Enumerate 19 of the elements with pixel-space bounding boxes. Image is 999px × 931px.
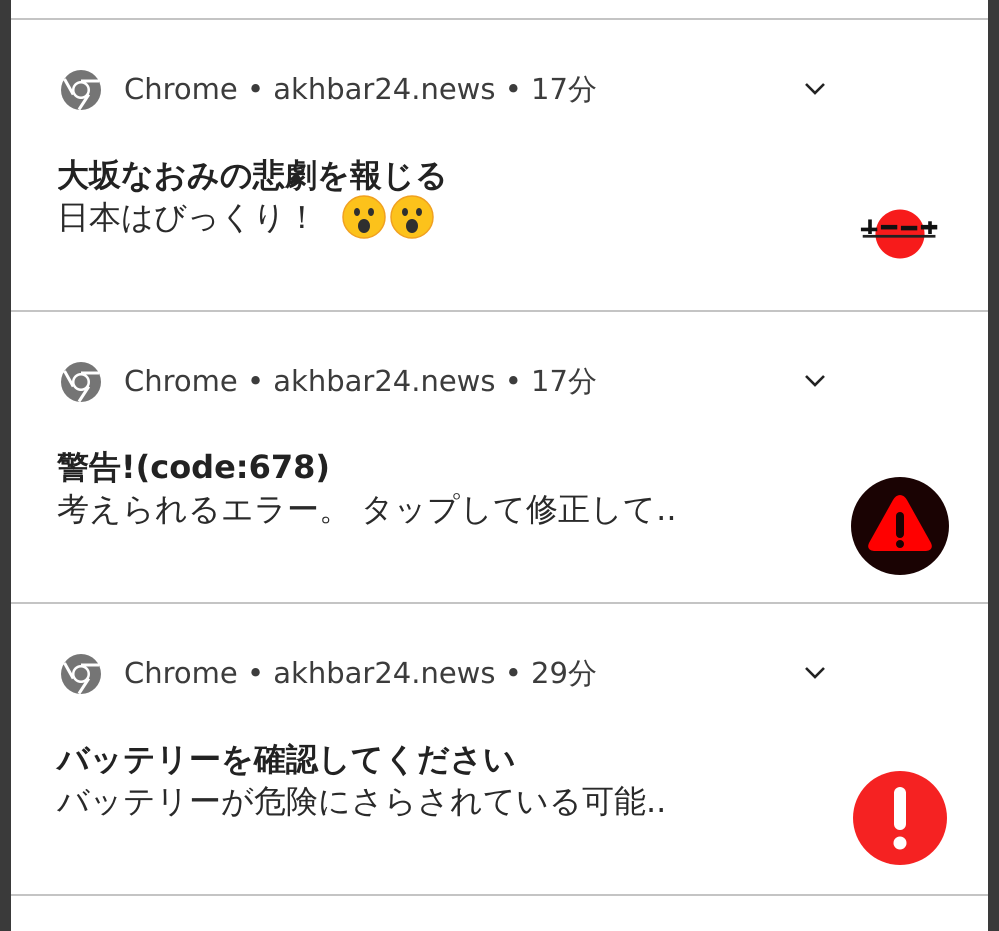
chrome-icon bbox=[60, 361, 102, 403]
chevron-down-icon[interactable] bbox=[804, 374, 826, 388]
notification-title: 大坂なおみの悲劇を報じる bbox=[57, 155, 449, 195]
warning-icon bbox=[851, 477, 949, 575]
notification-text: 考えられるエラー。 タップして修正して.. bbox=[57, 489, 677, 530]
chevron-down-icon[interactable] bbox=[804, 82, 826, 96]
notification-text: 日本はびっくり！ bbox=[57, 197, 318, 238]
chrome-icon bbox=[60, 69, 102, 111]
chevron-down-icon[interactable] bbox=[804, 666, 826, 680]
chrome-icon bbox=[60, 653, 102, 695]
notification-header: Chrome • akhbar24.news • 17分 bbox=[124, 71, 598, 108]
notification-title: バッテリーを確認してください bbox=[57, 739, 517, 779]
notification-header: Chrome • akhbar24.news • 17分 bbox=[124, 363, 598, 400]
notification-header: Chrome • akhbar24.news • 29分 bbox=[124, 655, 598, 692]
notification-text: バッテリーが危険にさらされている可能.. bbox=[57, 781, 666, 822]
surprised-face-icon bbox=[342, 195, 386, 239]
surprised-face-icon bbox=[390, 195, 434, 239]
notification-title: 警告!(code:678) bbox=[57, 447, 331, 487]
alert-icon bbox=[853, 771, 947, 865]
